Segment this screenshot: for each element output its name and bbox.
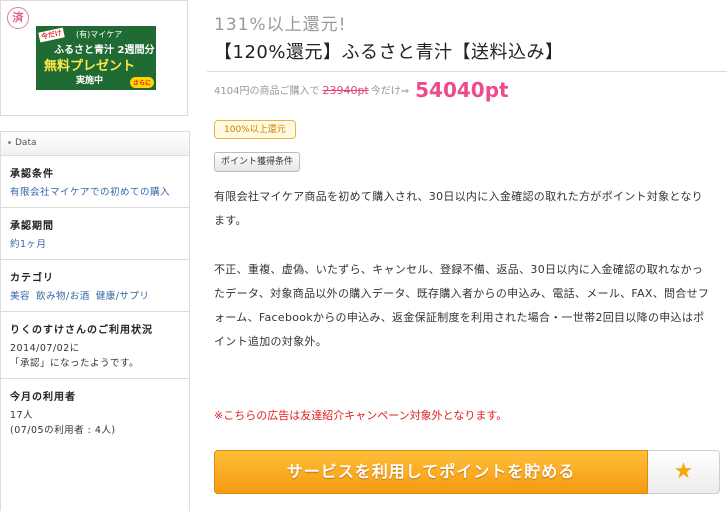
- price-middle: 今だけ⇒: [370, 86, 410, 97]
- approval-condition-title: 承認条件: [10, 169, 54, 180]
- bullet-icon: [8, 141, 11, 144]
- daily-users-count: (07/05の利用者 : 4人): [10, 425, 116, 436]
- approval-period-text: 約1ヶ月: [10, 239, 47, 250]
- star-icon: ★: [673, 459, 694, 484]
- banner-product: ふるさと青汁 2週間分: [54, 45, 155, 56]
- approval-condition-section: 承認条件 有限会社マイケアでの初めての購入: [1, 156, 189, 208]
- monthly-users-count: 17人: [10, 410, 34, 421]
- offer-title: 【120%還元】ふるさと青汁【送料込み】: [214, 42, 564, 63]
- use-service-button[interactable]: サービスを利用してポイントを貯める: [214, 450, 648, 494]
- current-points: 54040pt: [415, 78, 509, 102]
- banner-company: (有)マイケア: [76, 30, 123, 39]
- category-link-drinks[interactable]: 飲み物/お酒: [36, 291, 90, 302]
- approval-condition-text: 有限会社マイケアでの初めての購入: [10, 187, 171, 198]
- data-panel: Data 承認条件 有限会社マイケアでの初めての購入 承認期間 約1ヶ月 カテゴ…: [0, 131, 190, 511]
- completed-badge: 済: [7, 7, 29, 29]
- monthly-users-title: 今月の利用者: [10, 392, 76, 403]
- offer-description-1: 有限会社マイケア商品を初めて購入され、30日以内に入金確認の取れた方がポイント対…: [214, 190, 703, 227]
- rate-badge: 100%以上還元: [214, 120, 296, 139]
- price-prefix: 4104円の商品ご購入で: [214, 86, 320, 97]
- approval-period-section: 承認期間 約1ヶ月: [1, 208, 189, 260]
- favorite-button[interactable]: ★: [648, 450, 720, 494]
- banner-extra: さらに: [129, 77, 154, 88]
- data-panel-header: Data: [1, 132, 189, 156]
- offer-thumbnail-box: 済 今だけ (有)マイケア ふるさと青汁 2週間分 無料プレゼント 実施中 さら…: [0, 0, 188, 116]
- banner-status: 実施中: [76, 76, 104, 86]
- monthly-users-section: 今月の利用者 17人 (07/05の利用者 : 4人): [1, 379, 189, 445]
- title-divider: [207, 71, 727, 72]
- price-line: 4104円の商品ご購入で 23940pt 今だけ⇒ 54040pt: [214, 78, 509, 102]
- banner-headline: 無料プレゼント: [44, 59, 136, 74]
- category-title: カテゴリ: [10, 273, 54, 284]
- usage-status-section: りくのすけさんのご利用状況 2014/07/02に 「承認」になったようです。: [1, 312, 189, 379]
- category-link-beauty[interactable]: 美容: [10, 291, 30, 302]
- approval-period-title: 承認期間: [10, 221, 54, 232]
- offer-banner-image[interactable]: 今だけ (有)マイケア ふるさと青汁 2週間分 無料プレゼント 実施中 さらに: [36, 26, 156, 90]
- category-section: カテゴリ 美容 飲み物/お酒 健康/サプリ: [1, 260, 189, 312]
- category-link-health[interactable]: 健康/サプリ: [96, 291, 150, 302]
- point-condition-button[interactable]: ポイント獲得条件: [214, 152, 301, 172]
- offer-description-2: 不正、重複、虚偽、いたずら、キャンセル、登録不備、返品、30日以内に入金確認の取…: [214, 263, 710, 348]
- original-points: 23940pt: [322, 84, 369, 97]
- usage-status-title: りくのすけさんのご利用状況: [10, 325, 153, 336]
- data-panel-title: Data: [15, 138, 37, 148]
- category-links: 美容 飲み物/お酒 健康/サプリ: [10, 289, 180, 304]
- usage-status-line-1: 2014/07/02に: [10, 343, 80, 354]
- offer-subtitle: 131%以上還元!: [214, 15, 347, 35]
- campaign-notice: ※こちらの広告は友達紹介キャンペーン対象外となります。: [214, 409, 508, 422]
- usage-status-line-2: 「承認」になったようです。: [10, 358, 140, 369]
